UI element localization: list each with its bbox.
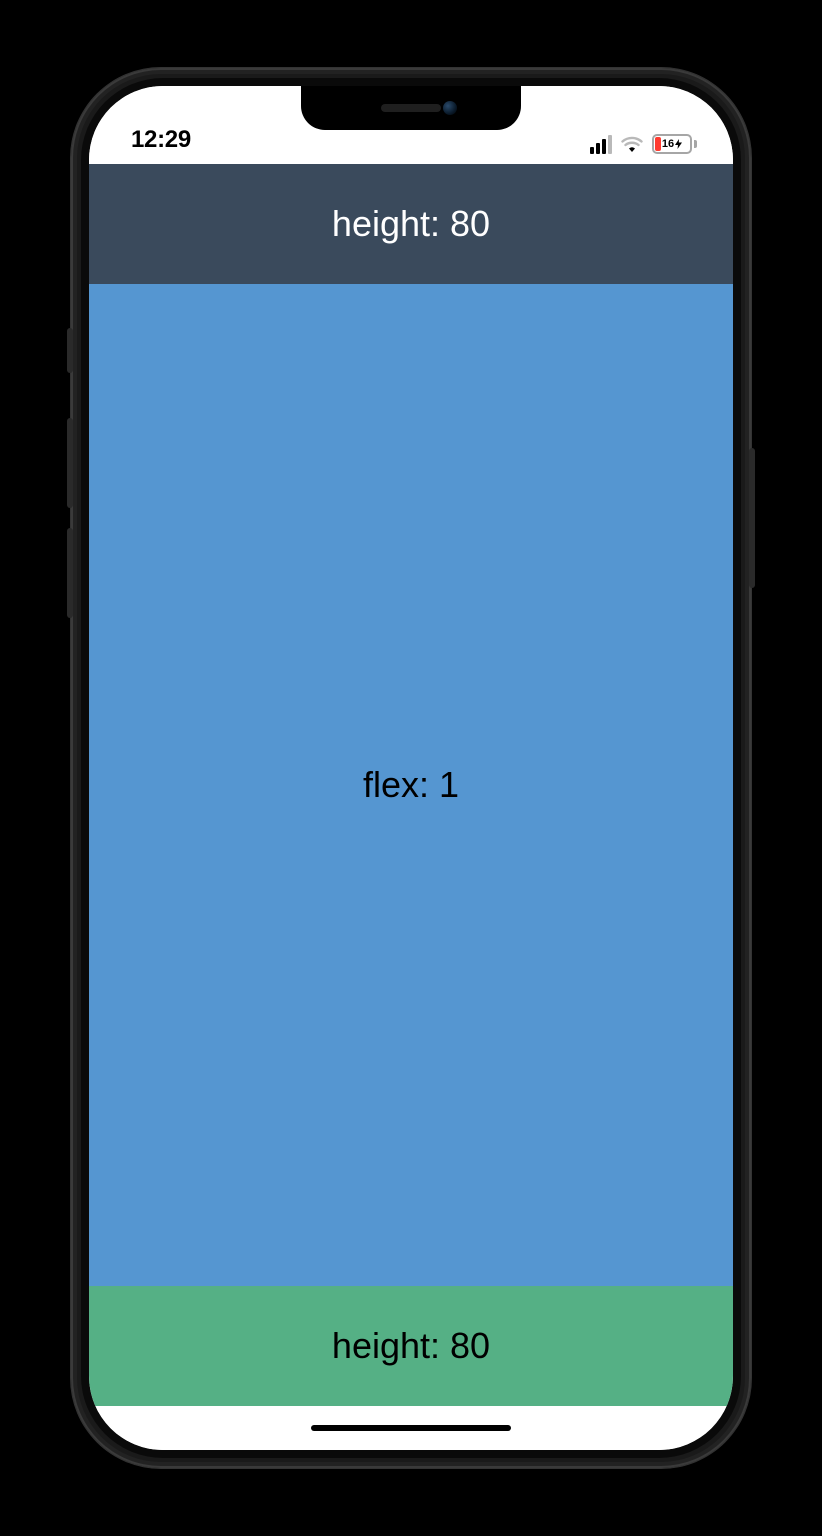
layout-row-top-label: height: 80 [332, 203, 490, 245]
battery-indicator: 16 [652, 134, 697, 154]
layout-row-middle: flex: 1 [89, 284, 733, 1286]
app-root: height: 80 flex: 1 height: 80 [89, 164, 733, 1406]
side-button-silence [67, 328, 73, 373]
notch [301, 86, 521, 130]
speaker-grille [381, 104, 441, 112]
phone-device-frame: 12:29 [71, 68, 751, 1468]
side-button-power [749, 448, 755, 588]
side-button-volume-down [67, 528, 73, 618]
status-time: 12:29 [131, 126, 191, 154]
layout-row-bottom-label: height: 80 [332, 1325, 490, 1367]
status-right-cluster: 16 [590, 134, 697, 154]
battery-percent: 16 [662, 138, 674, 150]
wifi-icon [620, 135, 644, 153]
home-indicator-area [89, 1406, 733, 1450]
charging-bolt-icon [675, 139, 682, 149]
layout-row-middle-label: flex: 1 [363, 764, 459, 806]
front-camera [443, 101, 457, 115]
phone-bezel: 12:29 [81, 78, 741, 1458]
cellular-signal-icon [590, 135, 612, 154]
side-button-volume-up [67, 418, 73, 508]
battery-text: 16 [654, 136, 690, 152]
phone-screen: 12:29 [89, 86, 733, 1450]
layout-row-top: height: 80 [89, 164, 733, 284]
home-indicator[interactable] [311, 1425, 511, 1431]
layout-row-bottom: height: 80 [89, 1286, 733, 1406]
